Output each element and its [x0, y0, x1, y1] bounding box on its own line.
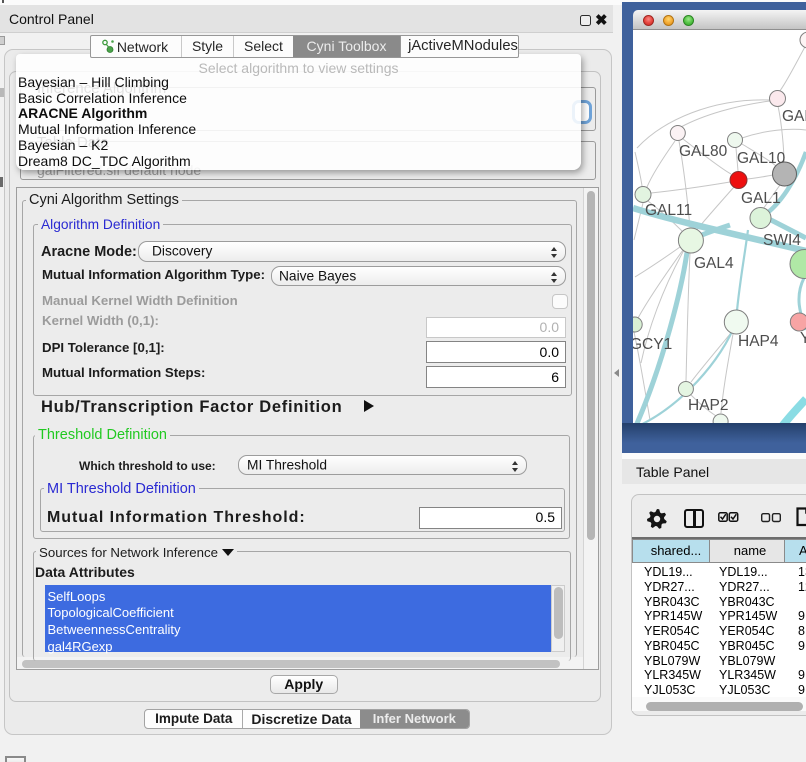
svg-text:HAP2: HAP2 [688, 397, 729, 414]
svg-text:HAP4: HAP4 [738, 333, 779, 350]
svg-text:GAL: GAL [782, 108, 806, 125]
svg-text:GCY1: GCY1 [633, 336, 672, 353]
svg-text:GAL4: GAL4 [694, 255, 734, 272]
svg-text:SWI4: SWI4 [763, 232, 801, 249]
svg-text:GAL1: GAL1 [741, 190, 781, 207]
svg-text:GAL80: GAL80 [679, 143, 728, 160]
svg-text:GAL11: GAL11 [645, 202, 692, 219]
svg-text:Y: Y [800, 330, 806, 347]
svg-text:GAL10: GAL10 [737, 150, 786, 167]
